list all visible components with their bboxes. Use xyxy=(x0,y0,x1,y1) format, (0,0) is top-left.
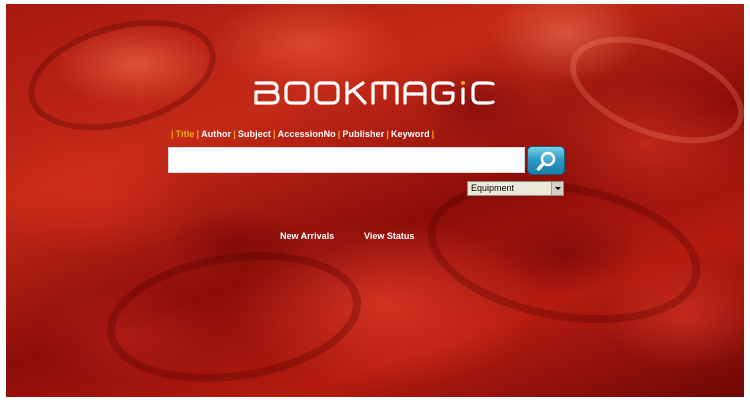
separator: | xyxy=(431,129,435,139)
rose-petal-shadow xyxy=(98,236,370,397)
new-arrivals-link[interactable]: New Arrivals xyxy=(280,231,334,241)
separator: | xyxy=(171,129,174,139)
separator: | xyxy=(273,129,276,139)
background-panel xyxy=(6,4,744,397)
chevron-down-icon[interactable] xyxy=(551,182,563,195)
bookmagic-logo xyxy=(253,80,515,106)
search-type-publisher[interactable]: Publisher xyxy=(342,129,384,139)
separator: | xyxy=(196,129,200,139)
search-type-subject[interactable]: Subject xyxy=(238,129,271,139)
search-type-selector: | Title | Author | Subject | AccessionNo | Publis… xyxy=(169,129,436,139)
search-type-title[interactable]: Title xyxy=(176,129,195,139)
rose-petal-shadow xyxy=(16,4,228,150)
category-selected-value: Equipment xyxy=(471,183,515,193)
view-status-link[interactable]: View Status xyxy=(364,231,414,241)
magnifier-icon xyxy=(536,151,556,171)
search-type-accessionno[interactable]: AccessionNo xyxy=(278,129,336,139)
separator: | xyxy=(337,129,341,139)
logo-lettering xyxy=(254,81,495,105)
rose-petal-highlight xyxy=(555,15,744,165)
category-dropdown[interactable]: Equipment xyxy=(467,181,564,196)
separator: | xyxy=(233,129,236,139)
search-type-author[interactable]: Author xyxy=(201,129,231,139)
search-button[interactable] xyxy=(527,146,565,175)
search-input[interactable] xyxy=(168,147,525,173)
search-type-keyword[interactable]: Keyword xyxy=(391,129,430,139)
rose-petal-shadow xyxy=(416,161,712,343)
separator: | xyxy=(386,129,389,139)
